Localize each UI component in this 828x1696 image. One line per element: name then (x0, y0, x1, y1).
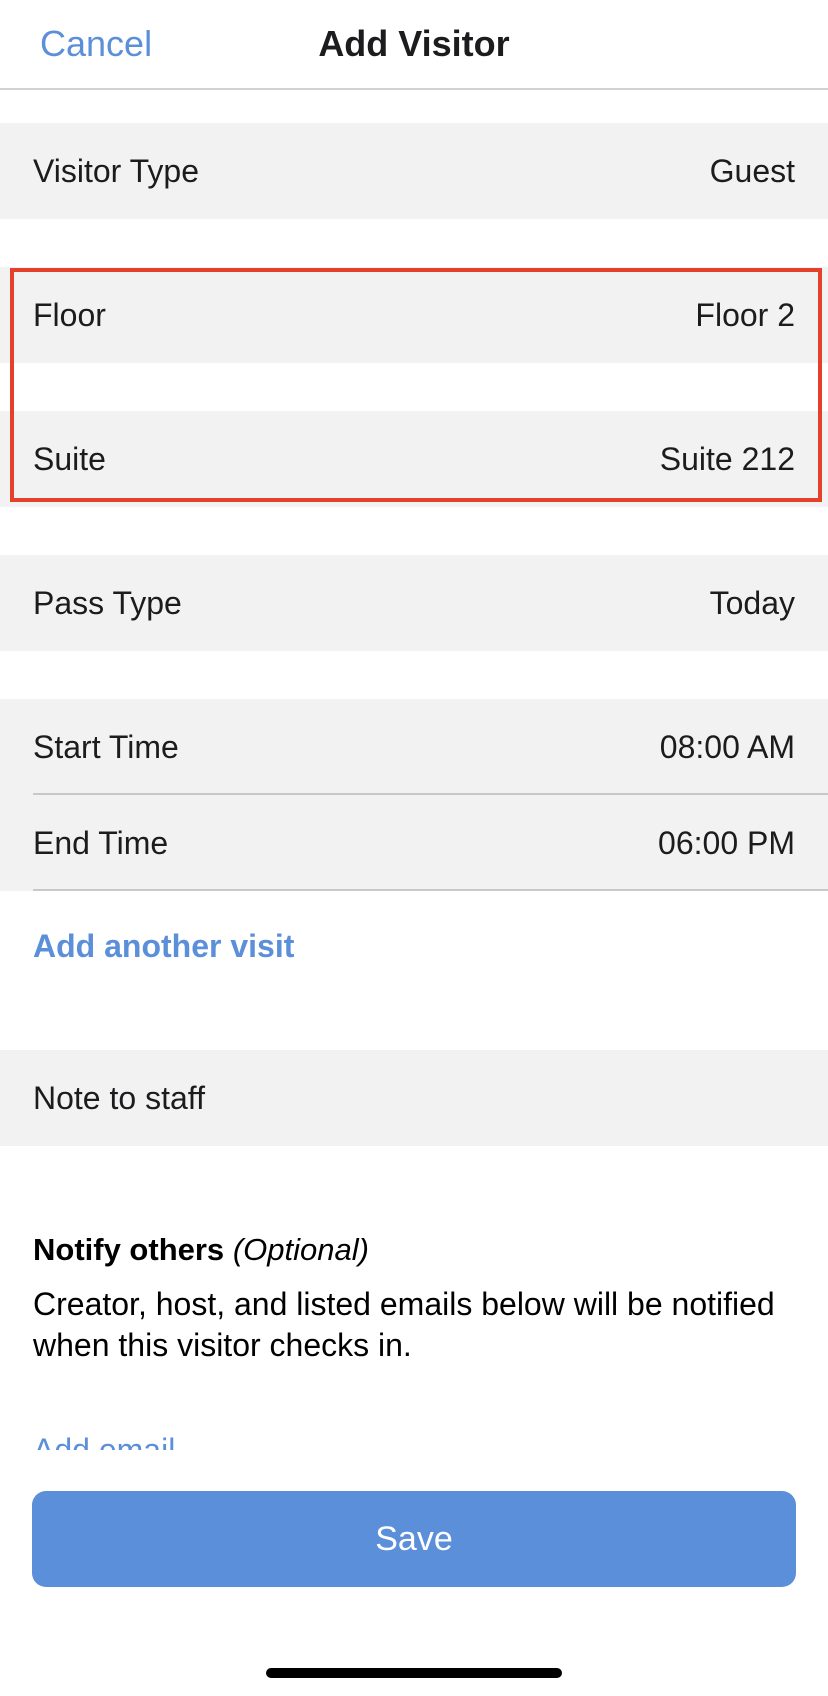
note-to-staff-row[interactable]: Note to staff (0, 1050, 828, 1146)
floor-value: Floor 2 (695, 297, 795, 333)
start-time-row[interactable]: Start Time 08:00 AM (0, 699, 828, 795)
visitor-type-row[interactable]: Visitor Type Guest (0, 123, 828, 219)
visitor-type-label: Visitor Type (33, 153, 200, 189)
row-divider (33, 889, 828, 891)
notify-others-heading: Notify others (Optional) (33, 1228, 369, 1272)
add-another-visit-link[interactable]: Add another visit (33, 924, 294, 968)
pass-type-value: Today (709, 585, 795, 621)
page-title: Add Visitor (318, 23, 510, 64)
visitor-type-value: Guest (709, 153, 795, 189)
note-to-staff-label: Note to staff (33, 1080, 205, 1116)
end-time-value: 06:00 PM (658, 825, 795, 861)
pass-type-row[interactable]: Pass Type Today (0, 555, 828, 651)
suite-value: Suite 212 (659, 441, 795, 477)
end-time-label: End Time (33, 825, 169, 861)
start-time-value: 08:00 AM (659, 729, 795, 765)
notify-optional-hint: (Optional) (232, 1232, 369, 1267)
add-email-clip: Add email (0, 1420, 828, 1450)
floor-label: Floor (33, 297, 106, 333)
end-time-row[interactable]: End Time 06:00 PM (0, 795, 828, 891)
floor-row[interactable]: Floor Floor 2 (0, 267, 828, 363)
add-email-link[interactable]: Add email (33, 1428, 175, 1450)
notify-description: Creator, host, and listed emails below w… (33, 1286, 775, 1363)
notify-others-title: Notify others (33, 1232, 225, 1267)
suite-label: Suite (33, 441, 106, 477)
suite-row[interactable]: Suite Suite 212 (0, 411, 828, 507)
start-time-label: Start Time (33, 729, 179, 765)
save-button[interactable]: Save (32, 1491, 796, 1587)
pass-type-label: Pass Type (33, 585, 182, 621)
home-indicator (266, 1668, 562, 1678)
navigation-bar: Cancel Add Visitor (0, 0, 828, 90)
